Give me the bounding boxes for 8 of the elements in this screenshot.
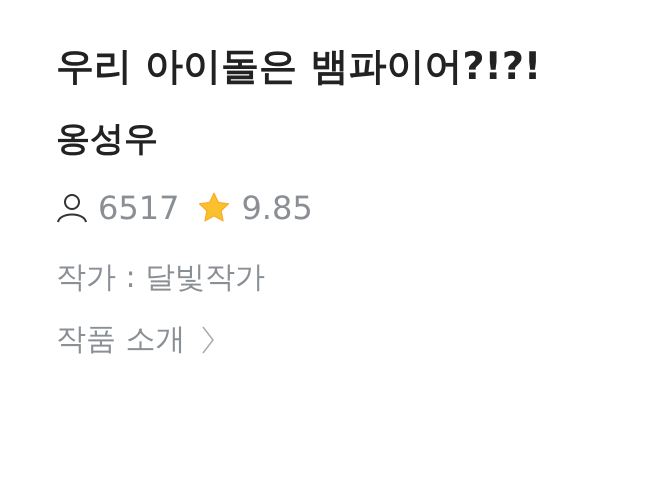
- work-title: 우리 아이돌은 뱀파이어?!?!: [56, 43, 542, 90]
- person-icon: [56, 192, 88, 224]
- reader-count: 6517: [98, 189, 180, 227]
- work-subtitle: 옹성우: [56, 118, 159, 161]
- intro-link[interactable]: 작품 소개: [56, 318, 216, 362]
- rating-value: 9.85: [241, 189, 313, 227]
- author-label: 작가 : 달빛작가: [56, 259, 266, 297]
- chevron-right-icon: [200, 324, 216, 356]
